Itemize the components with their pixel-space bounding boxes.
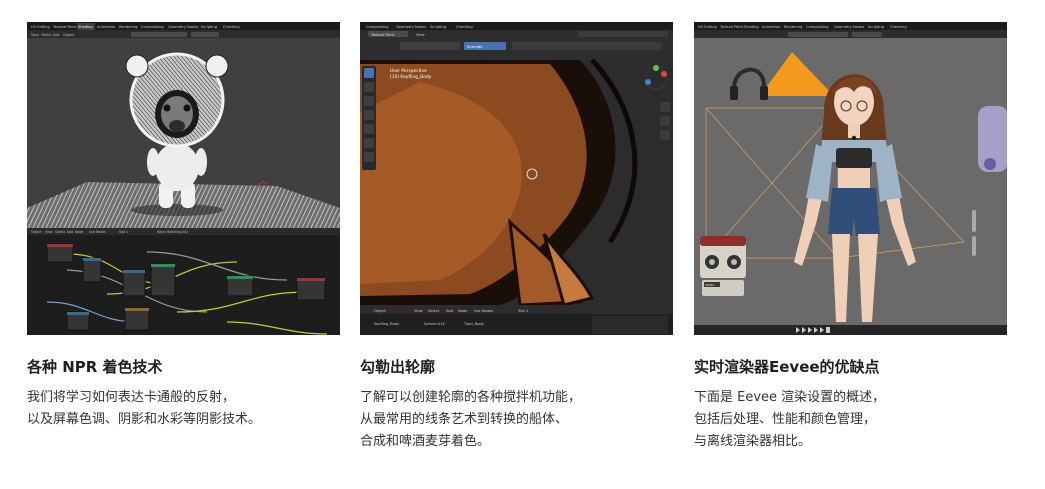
svg-text:Use Nodes: Use Nodes <box>474 309 493 313</box>
eevee-screenshot[interactable]: UV Editing Texture Paint Shading Animati… <box>694 22 1007 335</box>
svg-text:Node: Node <box>458 309 468 313</box>
svg-text:Add: Add <box>67 230 73 234</box>
backpack-prop <box>978 106 1007 172</box>
svg-text:Select: Select <box>428 309 440 313</box>
svg-text:Shading: Shading <box>744 25 759 29</box>
tab-active: Shading <box>78 25 93 29</box>
svg-text:Texture Paint: Texture Paint <box>719 25 744 29</box>
npr-shading-screenshot[interactable]: UV Editing Texture Paint Shading Animati… <box>27 22 340 335</box>
viewport-controls[interactable] <box>660 102 670 140</box>
radio-prop: SONIC <box>700 236 746 296</box>
svg-text:Tiger_Body: Tiger_Body <box>463 322 485 326</box>
tab: Checking <box>223 25 240 29</box>
svg-text:Compositing: Compositing <box>366 25 389 29</box>
svg-text:Geometry Nodes: Geometry Nodes <box>834 25 864 29</box>
radio-brand-label: SONIC <box>705 283 715 287</box>
card-description: 了解可以创建轮廓的各种搅拌机功能， 从最常用的线条艺术到转换的船体、 合成和啤酒… <box>360 387 673 453</box>
mode-dropdown[interactable]: Texture Paint <box>370 33 395 37</box>
description-line: 从最常用的线条艺术到转换的船体、 <box>360 412 569 427</box>
tab: Animation <box>97 25 115 29</box>
description-line: 包括后处理、性能和颜色管理， <box>694 412 877 427</box>
svg-text:Object: Object <box>63 33 75 37</box>
tab: Geometry Nodes <box>168 25 198 29</box>
svg-text:Add: Add <box>446 309 453 313</box>
outline-screenshot[interactable]: Compositing Geometry Nodes Scripting Che… <box>360 22 673 335</box>
card-description: 下面是 Eevee 渲染设置的概述， 包括后处理、性能和颜色管理， 与离线渲染器… <box>694 387 1007 453</box>
viewport-overlay: User Perspective <box>390 68 427 74</box>
svg-text:Add: Add <box>53 33 60 37</box>
svg-text:Scripting: Scripting <box>430 25 446 29</box>
svg-text:Animation: Animation <box>762 25 780 29</box>
svg-text:Object: Object <box>374 309 386 313</box>
card-title[interactable]: 实时渲染器Eevee的优缺点 <box>694 357 1007 377</box>
blender-texture-paint-view: Compositing Geometry Nodes Scripting Che… <box>360 22 673 335</box>
timeline-bar[interactable] <box>694 325 1007 335</box>
tab: Compositing <box>141 25 164 29</box>
description-line: 下面是 Eevee 渲染设置的概述， <box>694 390 886 405</box>
viewport-overlay: (10) Keyfling_Body <box>390 74 432 80</box>
svg-text:Geometry Nodes: Geometry Nodes <box>396 25 426 29</box>
description-line: 了解可以创建轮廓的各种搅拌机功能， <box>360 390 582 405</box>
tab: Scripting <box>201 25 217 29</box>
description-line: 合成和啤酒麦芽着色。 <box>360 434 491 449</box>
tab: Rendering <box>119 25 137 29</box>
course-card-outline[interactable]: Compositing Geometry Nodes Scripting Che… <box>360 22 673 453</box>
workspace-tabs: Compositing Geometry Nodes Scripting Che… <box>366 25 473 29</box>
tab: UV Editing <box>31 25 50 29</box>
svg-text:Node: Node <box>75 230 83 234</box>
svg-text:Strength: Strength <box>467 45 483 49</box>
svg-text:Keyfling_Body: Keyfling_Body <box>374 322 400 326</box>
card-title[interactable]: 勾勒出轮廓 <box>360 357 673 377</box>
svg-text:Checking: Checking <box>456 25 473 29</box>
course-card-npr-shading[interactable]: UV Editing Texture Paint Shading Animati… <box>27 22 340 431</box>
svg-text:View: View <box>45 230 53 234</box>
viewport-menu: View Select Add Object <box>31 33 75 37</box>
tab: Texture Paint <box>52 25 77 29</box>
course-card-eevee[interactable]: UV Editing Texture Paint Shading Animati… <box>694 22 1007 453</box>
svg-text:Resin Hatching.002: Resin Hatching.002 <box>157 230 188 234</box>
svg-text:Sphere.014: Sphere.014 <box>424 322 445 326</box>
svg-text:Slot 1: Slot 1 <box>518 309 528 313</box>
paint-toolbar[interactable] <box>362 66 376 170</box>
description-line: 以及屏幕色调、阴影和水彩等阴影技术。 <box>27 412 262 427</box>
workspace-tabs: UV Editing Texture Paint Shading Animati… <box>698 25 907 29</box>
svg-text:Select: Select <box>41 33 52 37</box>
description-line: 我们将学习如何表达卡通般的反射， <box>27 390 236 405</box>
svg-text:Object: Object <box>31 230 42 234</box>
svg-text:UV Editing: UV Editing <box>698 25 717 29</box>
svg-text:Rendering: Rendering <box>784 25 802 29</box>
svg-text:View: View <box>414 309 423 313</box>
breadcrumb: Keyfling_Body Sphere.014 Tiger_Body <box>374 322 485 326</box>
card-title[interactable]: 各种 NPR 着色技术 <box>27 357 340 377</box>
description-line: 与离线渲染器相比。 <box>694 434 812 449</box>
svg-text:Checking: Checking <box>890 25 907 29</box>
svg-text:View: View <box>31 33 39 37</box>
svg-text:Select: Select <box>55 230 66 234</box>
svg-text:Slot 1: Slot 1 <box>119 230 128 234</box>
blender-shading-view: UV Editing Texture Paint Shading Animati… <box>27 22 340 335</box>
svg-text:Scripting: Scripting <box>868 25 884 29</box>
view-menu[interactable]: View <box>416 33 425 37</box>
blender-eevee-view: UV Editing Texture Paint Shading Animati… <box>694 22 1007 335</box>
card-description: 我们将学习如何表达卡通般的反射， 以及屏幕色调、阴影和水彩等阴影技术。 <box>27 387 340 431</box>
svg-text:Use Nodes: Use Nodes <box>89 230 106 234</box>
workspace-tabs: UV Editing Texture Paint Shading Animati… <box>31 23 240 30</box>
svg-text:Compositing: Compositing <box>806 25 829 29</box>
